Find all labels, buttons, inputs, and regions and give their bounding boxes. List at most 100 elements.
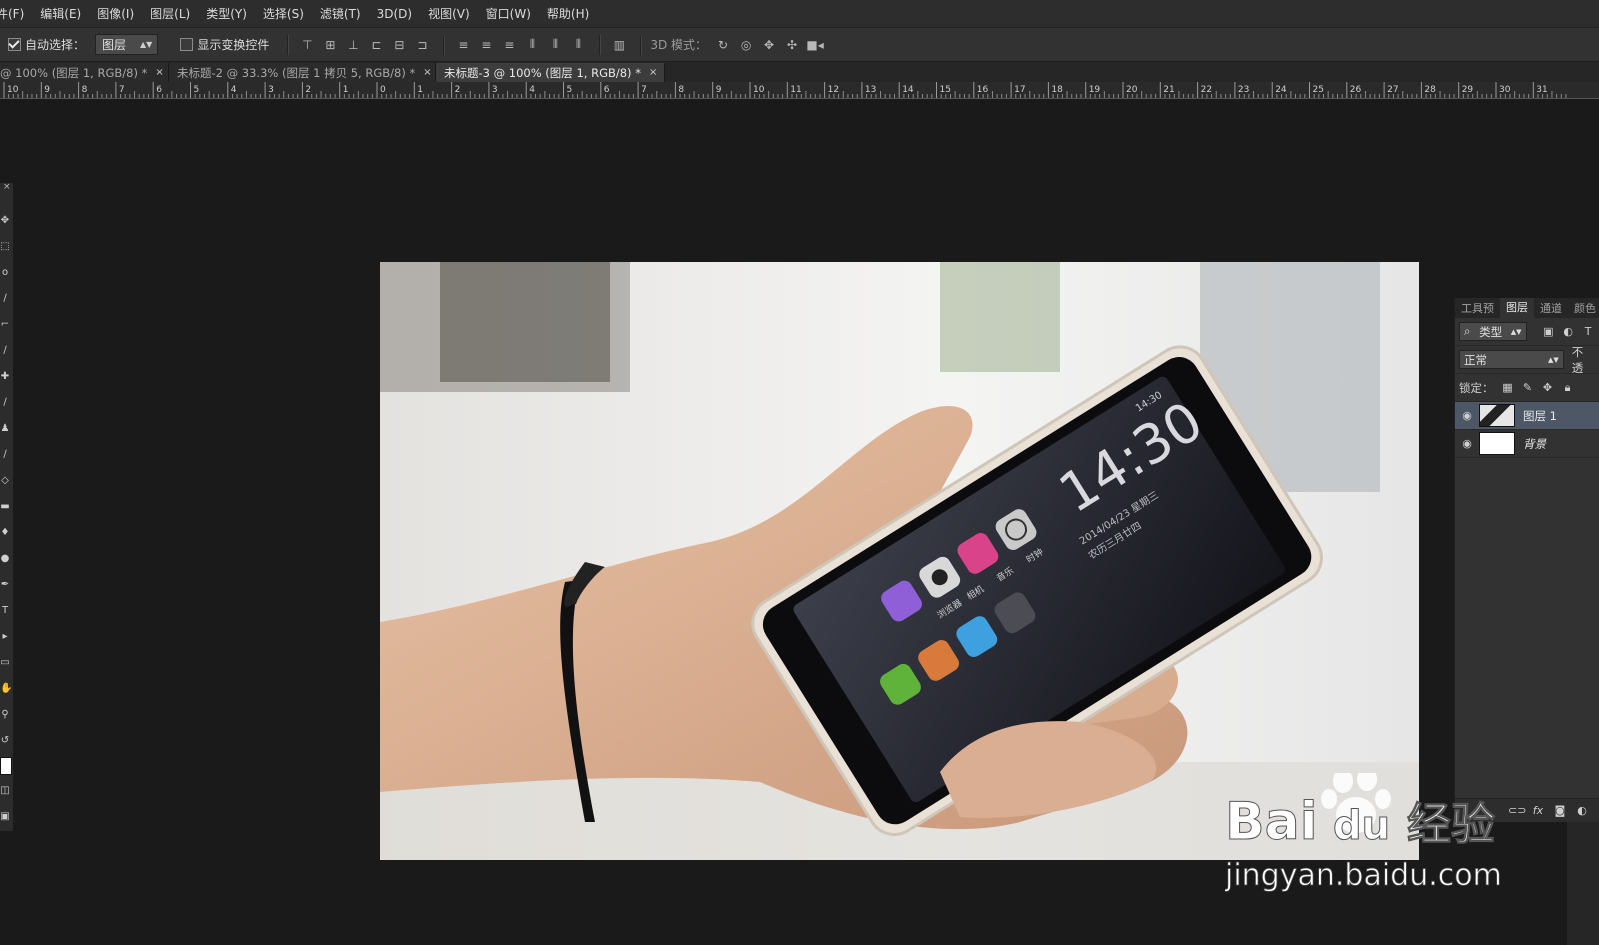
lock-label: 锁定： [1459, 380, 1494, 395]
search-icon: ⌕ [1464, 324, 1471, 338]
menu-layer[interactable]: 图层(L) [142, 5, 198, 22]
3d-pan-icon[interactable]: ✥ [759, 35, 779, 55]
align-vcenter-icon[interactable]: ⊞ [320, 35, 340, 55]
tab-document-1[interactable]: @ 100% (图层 1, RGB/8) * × [0, 63, 169, 82]
ruler-label: 7 [119, 85, 125, 95]
tab-document-3[interactable]: 未标题-3 @ 100% (图层 1, RGB/8) * × [436, 63, 665, 82]
quick-mask-icon[interactable]: ◫ [0, 785, 10, 797]
pen-tool-icon[interactable]: ✒ [0, 579, 10, 591]
menu-help[interactable]: 帮助(H) [539, 5, 597, 22]
lock-transparency-icon[interactable]: ▦ [1500, 381, 1516, 394]
3d-scale-icon[interactable]: ■◂ [805, 35, 825, 55]
adjustment-filter-icon[interactable]: ◐ [1560, 325, 1576, 338]
show-transform-checkbox[interactable] [180, 38, 194, 51]
crop-tool-icon[interactable]: ⌐ [0, 319, 10, 331]
dodge-tool-icon[interactable]: ● [0, 553, 10, 565]
layer-row[interactable]: ◉ 图层 1 [1455, 402, 1599, 430]
marquee-tool-icon[interactable]: ⬚ [0, 241, 10, 253]
menu-window[interactable]: 窗口(W) [478, 5, 539, 22]
3d-slide-icon[interactable]: ✣ [782, 35, 802, 55]
history-brush-tool-icon[interactable]: ∕ [0, 449, 10, 461]
blend-mode-dropdown[interactable]: 正常 ▲▼ [1459, 350, 1564, 369]
align-hcenter-icon[interactable]: ⊟ [389, 35, 409, 55]
menu-filter[interactable]: 滤镜(T) [312, 5, 369, 22]
eraser-tool-icon[interactable]: ◇ [0, 475, 10, 487]
distribute-right-icon[interactable]: ⫴ [568, 35, 588, 55]
ruler-label: 2 [455, 85, 461, 95]
auto-align-icon[interactable]: ▥ [609, 35, 629, 55]
ruler-label: 13 [865, 85, 876, 95]
eyedropper-tool-icon[interactable]: ∕ [0, 345, 10, 357]
ruler-label: 11 [790, 85, 801, 95]
brush-tool-icon[interactable]: ∕ [0, 397, 10, 409]
adjustment-layer-icon[interactable]: ◐ [1574, 804, 1590, 817]
auto-select-checkbox[interactable] [8, 38, 21, 51]
layer-filter-row: ⌕ 类型 ▲▼ ▣ ◐ T [1455, 318, 1599, 346]
align-left-icon[interactable]: ⊏ [366, 35, 386, 55]
type-filter-icon[interactable]: T [1580, 325, 1596, 338]
path-select-tool-icon[interactable]: ▸ [0, 631, 10, 643]
screen-mode-icon[interactable]: ▣ [0, 811, 10, 823]
swap-colors-icon[interactable]: ↺ [0, 735, 10, 747]
healing-tool-icon[interactable]: ✚ [0, 371, 10, 383]
zoom-tool-icon[interactable]: ⚲ [0, 709, 10, 721]
auto-select-dropdown[interactable]: 图层 ▲▼ [95, 34, 159, 55]
lock-position-icon[interactable]: ✥ [1540, 381, 1556, 394]
distribute-left-icon[interactable]: ⫴ [522, 35, 542, 55]
quick-select-tool-icon[interactable]: ∕ [0, 293, 10, 305]
close-icon[interactable]: × [3, 182, 11, 192]
align-top-icon[interactable]: ⊤ [297, 35, 317, 55]
distribute-vcenter-icon[interactable]: ≡ [476, 35, 496, 55]
lock-all-icon[interactable]: 🔒︎ [1560, 381, 1576, 395]
lock-pixels-icon[interactable]: ✎ [1520, 381, 1536, 394]
menu-type[interactable]: 类型(Y) [198, 5, 255, 22]
menu-view[interactable]: 视图(V) [420, 5, 478, 22]
ruler-label: 9 [716, 85, 722, 95]
document-canvas[interactable]: 浏览器 相机 音乐 时钟 14:30 2014/04/23 星期三 农历三月廿四… [380, 262, 1419, 860]
tab-layers[interactable]: 图层 [1500, 298, 1534, 318]
layer-style-icon[interactable]: fx [1530, 804, 1546, 817]
ruler-label: 3 [492, 85, 498, 95]
distribute-hcenter-icon[interactable]: ⫴ [545, 35, 565, 55]
layer-row[interactable]: ◉ 背景 [1455, 430, 1599, 458]
menu-edit[interactable]: 编辑(E) [32, 5, 89, 22]
align-right-icon[interactable]: ⊐ [412, 35, 432, 55]
tab-label: @ 100% (图层 1, RGB/8) * [0, 65, 148, 80]
close-icon[interactable]: × [423, 67, 431, 78]
close-icon[interactable]: × [155, 67, 163, 78]
align-bottom-icon[interactable]: ⊥ [343, 35, 363, 55]
lock-row: 锁定： ▦ ✎ ✥ 🔒︎ [1455, 374, 1599, 402]
menu-file[interactable]: 件(F) [0, 5, 32, 22]
menu-image[interactable]: 图像(I) [89, 5, 142, 22]
image-filter-icon[interactable]: ▣ [1540, 325, 1556, 338]
hand-tool-icon[interactable]: ✋ [0, 683, 12, 695]
panel-dock-edge [1567, 822, 1599, 945]
3d-roll-icon[interactable]: ◎ [736, 35, 756, 55]
distribute-bottom-icon[interactable]: ≡ [499, 35, 519, 55]
add-mask-icon[interactable]: ◙ [1552, 804, 1568, 817]
tab-channels[interactable]: 通道 [1534, 300, 1568, 316]
tab-color[interactable]: 颜色 [1568, 300, 1599, 316]
close-icon[interactable]: × [649, 67, 657, 78]
layer-name: 图层 1 [1523, 408, 1557, 423]
horizontal-ruler[interactable]: 10 9 8 7 6 5 4 3 2 1 0 1 2 3 4 5 6 7 8 9 10 11 12 13 14 15 16 17 18 1… [0, 82, 1599, 99]
shape-tool-icon[interactable]: ▭ [0, 657, 10, 669]
menu-select[interactable]: 选择(S) [255, 5, 312, 22]
foreground-color-swatch[interactable] [0, 757, 12, 775]
3d-rotate-icon[interactable]: ↻ [713, 35, 733, 55]
tab-tool-presets[interactable]: 工具预 [1455, 300, 1500, 316]
lasso-tool-icon[interactable]: ο [0, 267, 10, 279]
menu-3d[interactable]: 3D(D) [369, 7, 420, 21]
stamp-tool-icon[interactable]: ♟ [0, 423, 10, 435]
separator [599, 34, 602, 55]
visibility-eye-icon[interactable]: ◉ [1455, 437, 1479, 450]
ruler-label: 5 [194, 85, 200, 95]
layer-filter-dropdown[interactable]: ⌕ 类型 ▲▼ [1459, 322, 1527, 341]
gradient-tool-icon[interactable]: ▬ [0, 501, 10, 513]
visibility-eye-icon[interactable]: ◉ [1455, 409, 1479, 422]
blur-tool-icon[interactable]: ♦ [0, 527, 10, 539]
type-tool-icon[interactable]: T [0, 605, 10, 617]
move-tool-icon[interactable]: ✥ [0, 215, 10, 227]
distribute-top-icon[interactable]: ≡ [453, 35, 473, 55]
tab-document-2[interactable]: 未标题-2 @ 33.3% (图层 1 拷贝 5, RGB/8) * × [169, 63, 436, 82]
